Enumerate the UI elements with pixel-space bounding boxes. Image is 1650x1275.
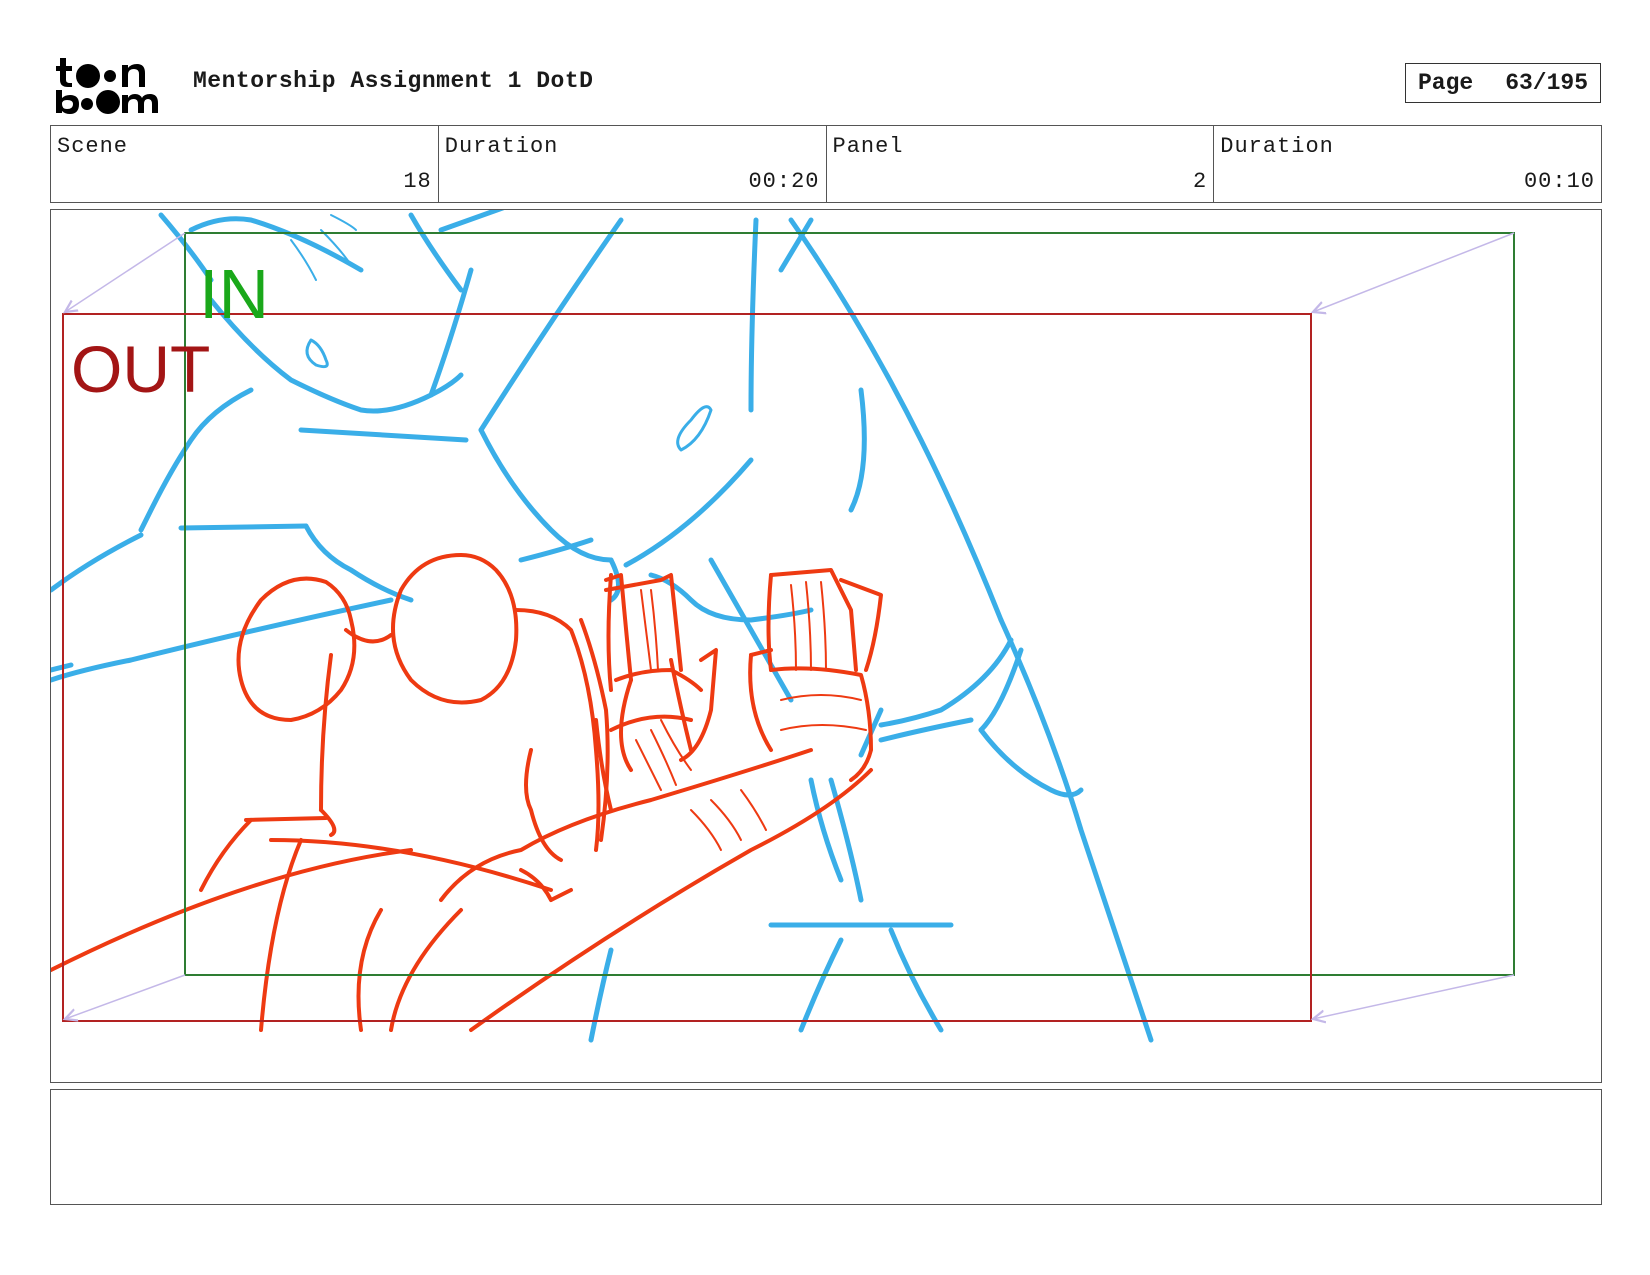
out-label: OUT [71, 332, 210, 406]
panel-notes-box[interactable] [50, 1089, 1602, 1205]
page-number: 63/195 [1505, 70, 1589, 96]
panel-cell: Panel 2 [827, 126, 1215, 202]
panel-label: Panel [832, 134, 904, 159]
page-label: Page [1417, 70, 1474, 96]
panel-duration-cell: Duration 00:10 [1214, 126, 1601, 202]
toon-boom-logo [52, 52, 170, 116]
scene-label: Scene [57, 134, 129, 159]
panel-duration-value: 00:10 [1523, 169, 1595, 194]
scene-duration-cell: Duration 00:20 [439, 126, 827, 202]
in-label: IN [199, 255, 269, 333]
panel-value: 2 [1193, 169, 1208, 194]
panel-info-table: Scene 18 Duration 00:20 Panel 2 Duration… [50, 125, 1602, 203]
panel-artwork: IN OUT [51, 210, 1515, 1043]
scene-cell: Scene 18 [51, 126, 439, 202]
scene-duration-value: 00:20 [748, 169, 820, 194]
scene-value: 18 [403, 169, 432, 194]
scene-duration-label: Duration [444, 134, 559, 159]
red-sketch [51, 553, 883, 1032]
out-frame [62, 313, 1312, 1022]
storyboard-panel: IN OUT [50, 209, 1602, 1083]
blue-sketch [51, 210, 1154, 1043]
toon-boom-logo-icon [56, 58, 158, 114]
page-indicator: Page 63/195 [1405, 63, 1601, 103]
panel-duration-label: Duration [1220, 134, 1334, 159]
document-title: Mentorship Assignment 1 DotD [193, 68, 594, 94]
